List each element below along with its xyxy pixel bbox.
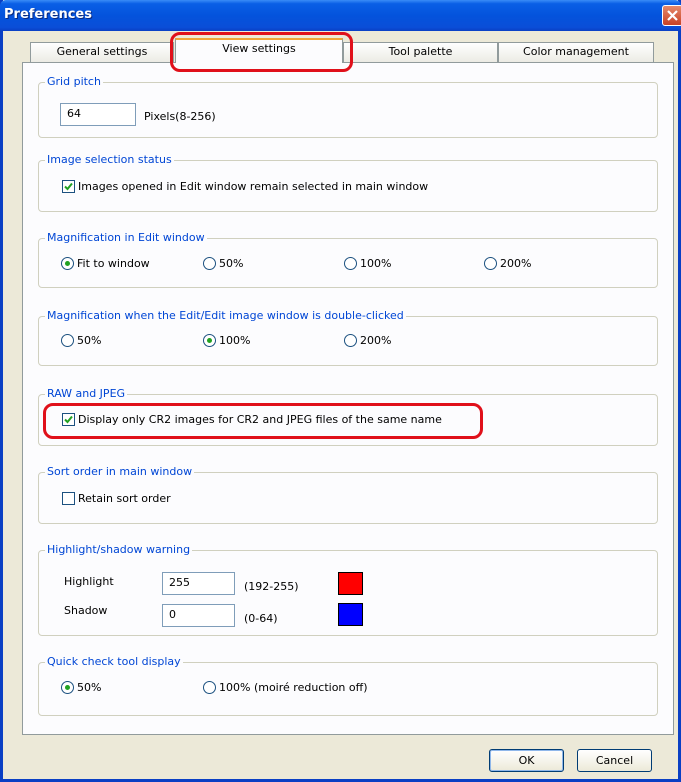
shadow-label: Shadow	[64, 604, 108, 617]
group-legend: Grid pitch	[45, 75, 103, 88]
grid-pitch-unit: Pixels(8-256)	[144, 110, 216, 123]
close-icon	[667, 10, 678, 21]
window-title: Preferences	[4, 7, 92, 22]
radio-label[interactable]: 100%	[219, 334, 250, 347]
radio-50[interactable]	[203, 257, 216, 270]
radio-label[interactable]: 100%	[360, 257, 391, 270]
grid-pitch-input[interactable]: 64	[60, 103, 136, 126]
radio-label[interactable]: 50%	[77, 334, 101, 347]
highlight-label: Highlight	[64, 575, 114, 588]
group-legend: Magnification in Edit window	[45, 231, 207, 244]
annotation-outline-raw-jpeg	[43, 403, 483, 439]
shadow-color-swatch[interactable]	[338, 603, 363, 626]
tab-label: Color management	[523, 45, 629, 58]
tab-color-management[interactable]: Color management	[498, 42, 654, 62]
group-legend: Quick check tool display	[45, 655, 183, 668]
group-legend: Image selection status	[45, 153, 174, 166]
radio-50[interactable]	[61, 334, 74, 347]
retain-sort-order-label[interactable]: Retain sort order	[78, 492, 171, 505]
retain-sort-order-checkbox[interactable]	[62, 492, 75, 505]
image-selection-checkbox[interactable]	[62, 180, 75, 193]
shadow-range: (0-64)	[244, 612, 278, 625]
radio-quick-50[interactable]	[61, 681, 74, 694]
radio-selected-dot	[65, 685, 70, 690]
radio-label[interactable]: 100% (moiré reduction off)	[219, 681, 368, 694]
tab-label: View settings	[222, 42, 296, 55]
radio-label[interactable]: 200%	[360, 334, 391, 347]
checkmark-icon	[64, 182, 73, 191]
tab-label: Tool palette	[388, 45, 453, 58]
close-button[interactable]	[662, 5, 681, 26]
group-legend: Highlight/shadow warning	[45, 543, 193, 556]
radio-label[interactable]: 50%	[219, 257, 243, 270]
radio-quick-100[interactable]	[203, 681, 216, 694]
radio-label[interactable]: 50%	[77, 681, 101, 694]
tab-label: General settings	[56, 45, 148, 58]
radio-selected-dot	[65, 261, 70, 266]
shadow-input[interactable]: 0	[162, 604, 235, 627]
ok-button[interactable]: OK	[489, 749, 564, 772]
group-legend: Magnification when the Edit/Edit image w…	[45, 309, 406, 322]
tab-view-settings[interactable]: View settings	[175, 38, 343, 63]
title-bar[interactable]: Preferences	[0, 0, 681, 31]
highlight-range: (192-255)	[244, 580, 299, 593]
radio-label[interactable]: 200%	[500, 257, 531, 270]
radio-fit-to-window[interactable]	[61, 257, 74, 270]
highlight-input[interactable]: 255	[162, 572, 235, 595]
radio-100[interactable]	[203, 334, 216, 347]
cancel-button[interactable]: Cancel	[577, 749, 652, 772]
radio-200[interactable]	[484, 257, 497, 270]
radio-100[interactable]	[344, 257, 357, 270]
radio-selected-dot	[207, 338, 212, 343]
image-selection-label[interactable]: Images opened in Edit window remain sele…	[78, 180, 428, 193]
radio-label[interactable]: Fit to window	[77, 257, 150, 270]
group-legend: Sort order in main window	[45, 465, 195, 478]
group-legend: RAW and JPEG	[45, 387, 128, 400]
radio-200[interactable]	[344, 334, 357, 347]
tab-tool-palette[interactable]: Tool palette	[343, 42, 498, 62]
highlight-color-swatch[interactable]	[338, 572, 363, 595]
tab-general-settings[interactable]: General settings	[30, 42, 174, 62]
